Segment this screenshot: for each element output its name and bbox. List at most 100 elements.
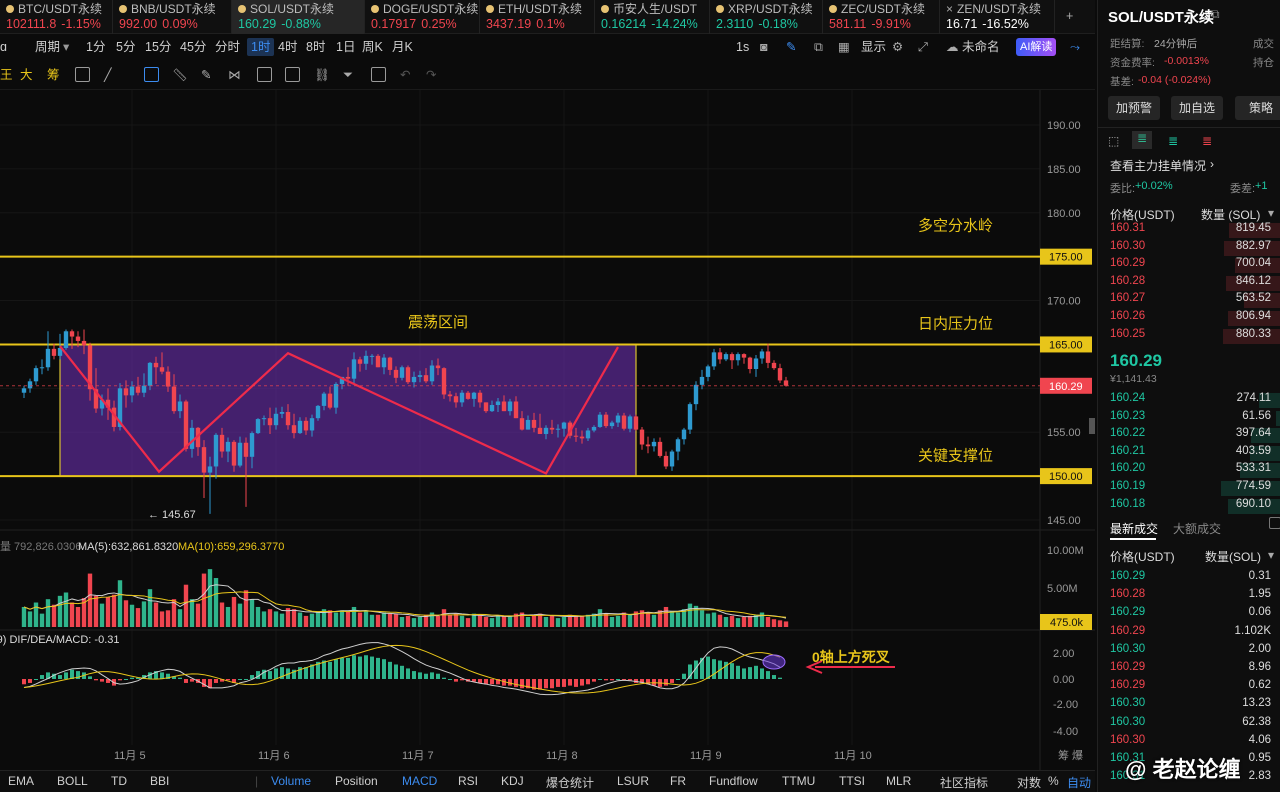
undo-icon[interactable]: ↶ [400, 66, 410, 84]
camera-icon[interactable]: ◙ [760, 38, 768, 56]
interval-10[interactable]: 月K [392, 38, 413, 56]
book-mode-icon[interactable]: ⬚ [1108, 134, 1119, 148]
interval-5[interactable]: 1时 [247, 38, 275, 56]
pen-icon[interactable]: ✎ [786, 38, 796, 56]
ask-row[interactable]: 160.30 882.97 [1098, 240, 1280, 258]
book-both-icon[interactable]: ≣ [1132, 131, 1152, 149]
ask-row[interactable]: 160.29 700.04 [1098, 257, 1280, 275]
layout-icon[interactable]: ▦ [838, 38, 850, 56]
indicator-tab[interactable]: Position [335, 774, 378, 788]
add-watchlist-button[interactable]: 加自选 [1171, 96, 1223, 120]
indicator-tab[interactable]: BOLL [57, 774, 88, 788]
indicator-tab[interactable]: KDJ [501, 774, 524, 788]
bid-row[interactable]: 160.22 397.64 [1098, 427, 1280, 445]
copy-icon[interactable]: ⧉ [1211, 7, 1220, 22]
display-button[interactable]: 显示 [861, 38, 886, 56]
bid-row[interactable]: 160.20 533.31 [1098, 462, 1280, 480]
chevron-down-icon[interactable]: ▾ [63, 38, 69, 56]
book-bids-icon[interactable]: ≣ [1168, 134, 1178, 148]
indicator-tab[interactable]: TTMU [782, 774, 815, 788]
bottom-community[interactable]: 社区指标 [940, 774, 988, 791]
chevron-right-icon[interactable]: › [1210, 157, 1214, 171]
indicator-tab[interactable]: MLR [886, 774, 911, 788]
indicator-tab[interactable]: BBI [150, 774, 169, 788]
interval-1[interactable]: 5分 [116, 38, 135, 56]
bottom-log[interactable]: 对数 [1017, 774, 1041, 791]
interval-8[interactable]: 1日 [336, 38, 355, 56]
settings-icon[interactable]: ⚙ [892, 38, 903, 56]
note-icon[interactable] [285, 67, 300, 82]
indicator-tab[interactable]: Fundflow [709, 774, 758, 788]
ticker-tab[interactable]: 币安人生/USDT 0.16214 -14.24% [595, 0, 710, 34]
bid-row[interactable]: 160.23 61.56 [1098, 410, 1280, 428]
ticker-tab[interactable]: DOGE/USDT永续 0.17917 0.25% [365, 0, 480, 34]
ask-row[interactable]: 160.31 819.45 [1098, 222, 1280, 240]
wang-label[interactable]: 王 [0, 66, 13, 84]
ticker-tab[interactable]: XRP/USDT永续 2.3110 -0.18% [710, 0, 823, 34]
template-icon[interactable]: ⧉ [814, 38, 823, 56]
interval-0[interactable]: 1分 [86, 38, 105, 56]
ticker-tab[interactable]: BTC/USDT永续 102111.8 -1.15% [0, 0, 113, 34]
ruler-icon[interactable]: 📏︎ [172, 66, 188, 84]
book-asks-icon[interactable]: ≣ [1202, 134, 1212, 148]
indicator-tab[interactable]: 爆仓统计 [546, 774, 594, 791]
ai-interpret-button[interactable]: AI解读 [1016, 38, 1057, 56]
ticker-tab[interactable]: BNB/USDT永续 992.00 0.09% [113, 0, 232, 34]
link-icon[interactable]: ⛓ [314, 66, 330, 84]
refresh-rate[interactable]: 1s [736, 38, 749, 56]
ticker-tab[interactable]: × ZEN/USDT永续 16.71 -16.52% [940, 0, 1055, 34]
ask-row[interactable]: 160.25 880.33 [1098, 328, 1280, 346]
brush-icon[interactable]: ✎ [201, 66, 211, 84]
indicator-tab[interactable]: Volume [271, 774, 311, 788]
ticker-tab[interactable]: ETH/USDT永续 3437.19 0.1% [480, 0, 595, 34]
add-alert-button[interactable]: 加预警 [1108, 96, 1160, 120]
redo-icon[interactable]: ↷ [426, 66, 436, 84]
interval-4[interactable]: 分时 [215, 38, 240, 56]
book-header-qty[interactable]: 数量 (SOL) [1201, 206, 1260, 223]
share-icon[interactable]: ⤳ [1070, 38, 1080, 56]
bid-row[interactable]: 160.24 274.11 [1098, 392, 1280, 410]
trades-header-qty[interactable]: 数量(SOL) [1205, 548, 1261, 565]
indicator-tab[interactable]: LSUR [617, 774, 649, 788]
ask-row[interactable]: 160.26 806.94 [1098, 310, 1280, 328]
interval-2[interactable]: 15分 [145, 38, 171, 56]
interval-3[interactable]: 45分 [180, 38, 206, 56]
bid-row[interactable]: 160.19 774.59 [1098, 480, 1280, 498]
filter-icon[interactable]: ⏷ [343, 66, 353, 84]
line-tool-icon[interactable]: ╱ [104, 66, 112, 84]
chou-label[interactable]: 筹 [47, 66, 60, 84]
lock-icon[interactable] [257, 67, 272, 82]
add-tab-button[interactable]: + [1066, 7, 1073, 25]
ask-row[interactable]: 160.27 563.52 [1098, 292, 1280, 310]
indicator-tab[interactable]: RSI [458, 774, 478, 788]
indicator-tab[interactable]: EMA [8, 774, 34, 788]
ticker-tab[interactable]: SOL/USDT永续 160.29 -0.88% [232, 0, 365, 34]
interval-9[interactable]: 周K [362, 38, 383, 56]
interval-7[interactable]: 8时 [306, 38, 325, 56]
indicator-tab[interactable]: TD [111, 774, 127, 788]
checkbox[interactable] [1269, 517, 1280, 529]
chevron-down-icon[interactable]: ▾ [1268, 548, 1274, 562]
bid-row[interactable]: 160.21 403.59 [1098, 445, 1280, 463]
main-orders-link[interactable]: 查看主力挂单情况 [1110, 157, 1206, 174]
strategy-button[interactable]: 策略 [1235, 96, 1280, 120]
latest-trades-tab[interactable]: 最新成交 [1110, 520, 1158, 537]
ask-row[interactable]: 160.28 846.12 [1098, 275, 1280, 293]
magnet-icon[interactable] [75, 67, 90, 82]
indicator-tab[interactable]: FR [670, 774, 686, 788]
fullscreen-icon[interactable]: ⤢ [918, 38, 928, 56]
large-trades-tab[interactable]: 大额成交 [1173, 520, 1221, 537]
layout-name-dropdown[interactable]: 未命名 [962, 38, 1000, 56]
da-label[interactable]: 大 [20, 66, 33, 84]
cloud-icon[interactable]: ☁ [946, 38, 959, 56]
price-chart[interactable]: ← 145.67 震荡区间 多空分水岭日内压力位关键支撑位 190.00 185.00 1… [0, 90, 1095, 772]
bottom-auto[interactable]: 自动 [1067, 774, 1091, 791]
indicator-tab[interactable]: MACD [402, 774, 437, 788]
crosshair-icon[interactable] [144, 67, 159, 82]
pattern-icon[interactable]: ⋈ [228, 66, 241, 84]
chevron-down-icon[interactable]: ▾ [1268, 206, 1274, 220]
interval-6[interactable]: 4时 [278, 38, 297, 56]
period-dropdown[interactable]: 周期 [35, 38, 60, 56]
ticker-tab[interactable]: ZEC/USDT永续 581.11 -9.91% [823, 0, 940, 34]
trash-icon[interactable] [371, 67, 386, 82]
